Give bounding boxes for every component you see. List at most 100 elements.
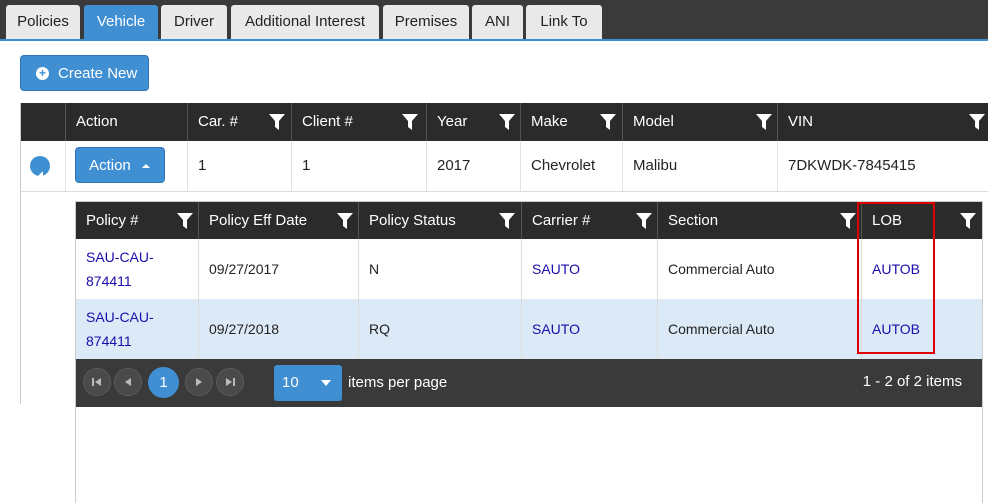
next-page-button[interactable]	[185, 368, 213, 396]
last-page-button[interactable]	[216, 368, 244, 396]
create-new-label: Create New	[58, 65, 138, 82]
page-size-value: 10	[282, 374, 299, 391]
tab-additional-interest[interactable]: Additional Interest	[231, 5, 379, 39]
column-header-label: Carrier #	[532, 212, 591, 229]
vehicle-row: Action 1 1 2017 Chevrolet Malibu 7DKWDK-…	[21, 141, 988, 192]
status-value: N	[369, 261, 380, 277]
column-header-section[interactable]: Section	[657, 202, 861, 239]
pager-info: 1 - 2 of 2 items	[862, 373, 962, 390]
tab-vehicle[interactable]: Vehicle	[84, 5, 158, 39]
filter-icon[interactable]	[499, 114, 515, 130]
filter-icon[interactable]	[969, 114, 985, 130]
status-value: RQ	[369, 321, 390, 337]
column-header-label: Action	[76, 113, 118, 130]
filter-icon[interactable]	[756, 114, 772, 130]
filter-icon[interactable]	[177, 213, 193, 229]
carrier-link[interactable]: SAUTO	[532, 321, 580, 337]
filter-icon[interactable]	[402, 114, 418, 130]
column-header-label: Section	[668, 212, 719, 229]
section-value: Commercial Auto	[668, 261, 775, 277]
column-header-car[interactable]: Car. #	[187, 103, 291, 141]
policy-link[interactable]: SAU-CAU- 874411	[86, 245, 154, 293]
caret-up-icon	[141, 164, 150, 168]
eff-date-value: 09/27/2017	[209, 261, 280, 277]
action-button[interactable]: Action	[75, 147, 165, 183]
column-header-make[interactable]: Make	[520, 103, 622, 141]
car-cell: 1	[187, 141, 291, 191]
eff-date-cell: 09/27/2017	[198, 239, 358, 299]
tab-underline	[0, 39, 988, 41]
column-header-label: Policy Eff Date	[209, 212, 308, 229]
carrier-link[interactable]: SAUTO	[532, 261, 580, 277]
filter-icon[interactable]	[636, 213, 652, 229]
filter-icon[interactable]	[600, 114, 616, 130]
lob-highlight-box	[857, 202, 935, 354]
tab-driver[interactable]: Driver	[161, 5, 227, 39]
column-header-action: Action	[65, 103, 187, 141]
policy-link[interactable]: SAU-CAU- 874411	[86, 305, 154, 353]
first-page-icon	[92, 378, 101, 386]
eff-date-cell: 09/27/2018	[198, 299, 358, 359]
tab-ani[interactable]: ANI	[472, 5, 523, 39]
policy-row: SAU-CAU- 874411 09/27/2017 N SAUTO Commer…	[76, 239, 982, 299]
column-header-status[interactable]: Policy Status	[358, 202, 521, 239]
column-header-carrier[interactable]: Carrier #	[521, 202, 657, 239]
current-page-button[interactable]: 1	[148, 367, 179, 398]
column-header-label: Make	[531, 113, 568, 130]
filter-icon[interactable]	[269, 114, 285, 130]
make-cell: Chevrolet	[520, 141, 622, 191]
column-header-label: Policy Status	[369, 212, 456, 229]
column-header-label: Year	[437, 113, 468, 130]
eff-date-value: 09/27/2018	[209, 321, 280, 337]
column-header-year[interactable]: Year	[426, 103, 520, 141]
page-size-dropdown[interactable]: 10	[274, 365, 342, 401]
policy-row: SAU-CAU- 874411 09/27/2018 RQ SAUTO Comme…	[76, 299, 982, 359]
policy-subgrid: Policy # Policy Eff Date Policy Status C…	[75, 201, 983, 503]
column-header-label: Model	[633, 113, 674, 130]
tab-premises[interactable]: Premises	[383, 5, 469, 39]
vehicle-grid: Action Car. # Client # Year Make Model V…	[20, 103, 988, 503]
column-header-eff-date[interactable]: Policy Eff Date	[198, 202, 358, 239]
section-value: Commercial Auto	[668, 321, 775, 337]
client-cell: 1	[291, 141, 426, 191]
filter-icon[interactable]	[840, 213, 856, 229]
column-header-vin[interactable]: VIN	[777, 103, 988, 141]
filter-icon[interactable]	[337, 213, 353, 229]
next-page-icon	[196, 378, 202, 386]
column-header-label: Policy #	[86, 212, 139, 229]
carrier-cell: SAUTO	[521, 299, 657, 359]
vin-cell: 7DKWDK-7845415	[777, 141, 988, 191]
tab-bar: Policies Vehicle Driver Additional Inter…	[0, 0, 988, 40]
policy-grid-header: Policy # Policy Eff Date Policy Status C…	[76, 202, 982, 239]
chevron-down-icon	[321, 380, 331, 386]
create-new-button[interactable]: + Create New	[20, 55, 149, 91]
first-page-button[interactable]	[83, 368, 111, 396]
policy-cell: SAU-CAU- 874411	[76, 299, 198, 359]
pager: 1 10 items per page 1 - 2 of 2 items	[76, 359, 982, 407]
column-header-client[interactable]: Client #	[291, 103, 426, 141]
expand-column-header	[21, 103, 65, 141]
tab-policies[interactable]: Policies	[6, 5, 80, 39]
status-cell: N	[358, 239, 521, 299]
tab-link-to[interactable]: Link To	[526, 5, 602, 39]
section-cell: Commercial Auto	[657, 239, 861, 299]
action-cell: Action	[65, 141, 187, 191]
expand-cell	[21, 141, 65, 191]
collapse-icon[interactable]	[30, 156, 50, 178]
model-cell: Malibu	[622, 141, 777, 191]
column-header-policy[interactable]: Policy #	[76, 202, 198, 239]
vehicle-grid-header: Action Car. # Client # Year Make Model V…	[21, 103, 988, 141]
year-cell: 2017	[426, 141, 520, 191]
policy-cell: SAU-CAU- 874411	[76, 239, 198, 299]
items-per-page-label: items per page	[348, 374, 448, 391]
previous-page-button[interactable]	[114, 368, 142, 396]
filter-icon[interactable]	[960, 213, 976, 229]
column-header-label: Client #	[302, 113, 353, 130]
filter-icon[interactable]	[499, 213, 515, 229]
column-header-label: Car. #	[198, 113, 239, 130]
action-button-label: Action	[89, 157, 131, 174]
column-header-model[interactable]: Model	[622, 103, 777, 141]
carrier-cell: SAUTO	[521, 239, 657, 299]
last-page-icon	[226, 378, 235, 386]
previous-page-icon	[125, 378, 131, 386]
